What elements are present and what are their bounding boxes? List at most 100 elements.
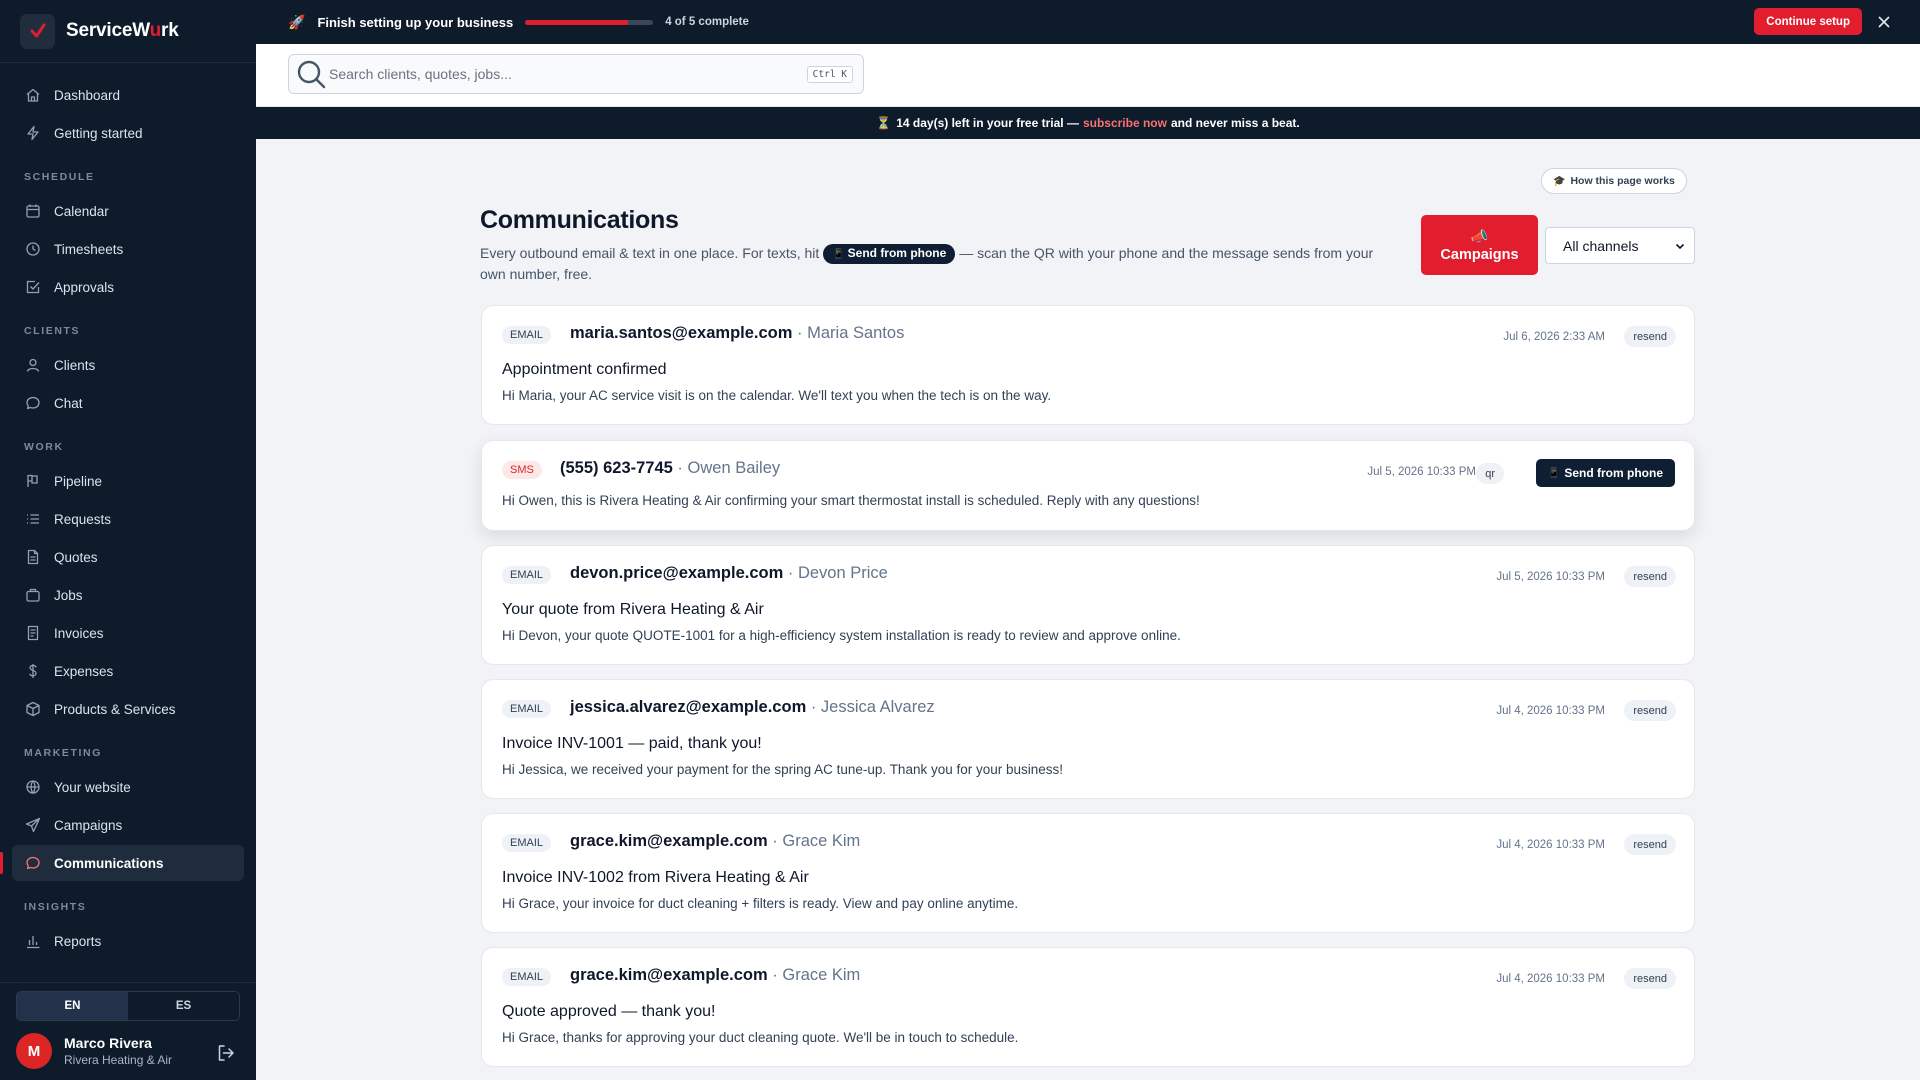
channel-tag: EMAIL (502, 326, 552, 344)
resend-button[interactable]: resend (1624, 326, 1676, 347)
trial-text: 14 day(s) left in your free trial — (896, 116, 1079, 130)
sidebar-item-products-services[interactable]: Products & Services (12, 691, 244, 727)
close-icon[interactable] (1876, 14, 1892, 30)
sidebar-item-quotes[interactable]: Quotes (12, 539, 244, 575)
sidebar-item-label: Clients (54, 357, 96, 373)
sidebar-item-pipeline[interactable]: Pipeline (12, 463, 244, 499)
sidebar-item-label: Pipeline (54, 473, 103, 489)
trial-banner: ⏳ 14 day(s) left in your free trial — su… (256, 107, 1920, 139)
message-card[interactable]: EMAIL grace.kim@example.com · Grace Kim … (481, 947, 1695, 1067)
sidebar-item-getting-started[interactable]: Getting started (12, 115, 244, 151)
recipient: maria.santos@example.com · Maria Santos (570, 324, 905, 342)
section-insights: INSIGHTS (24, 901, 87, 913)
message-card[interactable]: EMAIL grace.kim@example.com · Grace Kim … (481, 813, 1695, 933)
resend-button[interactable]: resend (1624, 834, 1676, 855)
message-body: Hi Maria, your AC service visit is on th… (502, 388, 1052, 403)
brand-name: ServiceWurk (66, 20, 179, 41)
how-page-works-button[interactable]: 🎓 How this page works (1541, 168, 1687, 194)
sidebar-item-communications[interactable]: Communications (0, 845, 244, 881)
recipient-name: Devon Price (797, 564, 888, 582)
channel-tag: EMAIL (502, 700, 552, 718)
setup-title: Finish setting up your business (317, 14, 514, 30)
setup-progress (525, 19, 654, 25)
graduation-cap-icon: 🎓 (1553, 175, 1566, 187)
home-icon (26, 88, 40, 102)
sidebar-item-label: Your website (54, 779, 131, 795)
campaigns-button[interactable]: 📣 Campaigns (1421, 215, 1538, 275)
sidebar-item-dashboard[interactable]: Dashboard (12, 77, 244, 113)
message-body: Hi Grace, thanks for approving your duct… (502, 1030, 1019, 1045)
resend-button[interactable]: resend (1624, 968, 1676, 989)
continue-setup-button[interactable]: Continue setup (1754, 8, 1862, 35)
message-time: Jul 5, 2026 10:33 PM (1496, 571, 1605, 583)
setup-progress-fill (525, 19, 628, 25)
checkmark-icon (30, 23, 45, 38)
brand-logo (20, 13, 55, 49)
sidebar-item-clients[interactable]: Clients (12, 347, 244, 383)
message-card[interactable]: EMAIL devon.price@example.com · Devon Pr… (481, 545, 1695, 665)
message-time: Jul 4, 2026 10:33 PM (1496, 973, 1605, 985)
logout-icon[interactable] (216, 1043, 236, 1063)
recipient-address: maria.santos@example.com (570, 324, 793, 342)
calendar-icon (26, 204, 40, 218)
bolt-icon (27, 125, 39, 141)
search-box[interactable]: Ctrl K (288, 54, 864, 94)
language-en[interactable]: EN (17, 992, 128, 1020)
message-card[interactable]: EMAIL jessica.alvarez@example.com · Jess… (481, 679, 1695, 799)
recipient-name: Owen Bailey (687, 459, 781, 477)
desc-text: Every outbound email & text in one place… (480, 245, 820, 261)
sidebar-item-timesheets[interactable]: Timesheets (12, 231, 244, 267)
user-info: Marco Rivera Rivera Heating & Air (64, 1035, 172, 1067)
resend-button[interactable]: resend (1624, 566, 1676, 587)
sidebar-item-label: Products & Services (54, 701, 176, 717)
phone-icon: 📱 (832, 249, 845, 260)
user-company: Rivera Heating & Air (64, 1053, 173, 1067)
user-profile[interactable]: M Marco Rivera Rivera Heating & Air (16, 1033, 172, 1069)
message-time: Jul 4, 2026 10:33 PM (1496, 705, 1605, 717)
message-card[interactable]: SMS (555) 623-7745 · Owen Bailey Hi Owen… (481, 440, 1695, 531)
search-icon (297, 60, 326, 89)
campaigns-label: Campaigns (1440, 246, 1519, 263)
sidebar-item-requests[interactable]: Requests (12, 501, 244, 537)
sidebar-item-your-website[interactable]: Your website (12, 769, 244, 805)
avatar: M (16, 1033, 52, 1069)
sidebar-item-expenses[interactable]: Expenses (12, 653, 244, 689)
send-from-phone-button[interactable]: 📱 Send from phone (1535, 459, 1675, 487)
sidebar-item-calendar[interactable]: Calendar (12, 193, 244, 229)
message-card[interactable]: EMAIL maria.santos@example.com · Maria S… (481, 305, 1695, 425)
phone-icon: 📱 (1547, 467, 1561, 479)
channel-filter-select[interactable]: All channels (1545, 227, 1695, 264)
sidebar-item-chat[interactable]: Chat (12, 385, 244, 421)
briefcase-icon (26, 588, 40, 602)
section-work: WORK (24, 441, 64, 453)
search-input[interactable] (329, 66, 789, 82)
resend-button[interactable]: resend (1624, 700, 1676, 721)
message-subject: Invoice INV-1001 — paid, thank you! (502, 735, 762, 752)
recipient-name: Maria Santos (807, 324, 905, 342)
qr-button[interactable]: qr (1476, 463, 1504, 484)
sidebar-item-label: Jobs (54, 587, 83, 603)
message-time: Jul 5, 2026 10:33 PM (1367, 466, 1476, 478)
message-body: Hi Grace, your invoice for duct cleaning… (502, 896, 1019, 911)
brand[interactable]: ServiceWurk (0, 0, 256, 63)
sidebar-item-approvals[interactable]: Approvals (12, 269, 244, 305)
sidebar-item-reports[interactable]: Reports (12, 923, 244, 959)
sidebar-item-label: Approvals (54, 279, 115, 295)
sidebar-item-campaigns[interactable]: Campaigns (12, 807, 244, 843)
section-clients: CLIENTS (24, 325, 81, 337)
sidebar-item-label: Requests (54, 511, 112, 527)
channel-tag: SMS (502, 461, 542, 479)
megaphone-icon: 📣 (1470, 227, 1489, 244)
recipient: grace.kim@example.com · Grace Kim (570, 966, 861, 984)
recipient-address: devon.price@example.com (570, 564, 784, 582)
clock-icon (26, 242, 40, 256)
language-es[interactable]: ES (128, 992, 239, 1020)
message-body: Hi Devon, your quote QUOTE-1001 for a hi… (502, 628, 1181, 643)
subscribe-link[interactable]: subscribe now (1083, 116, 1167, 130)
sidebar-item-label: Timesheets (54, 241, 124, 257)
page-description: Every outbound email & text in one place… (480, 243, 1400, 285)
pill-label: Send from phone (847, 246, 947, 260)
sidebar-item-jobs[interactable]: Jobs (12, 577, 244, 613)
sidebar-item-invoices[interactable]: Invoices (12, 615, 244, 651)
user-icon (26, 358, 40, 372)
